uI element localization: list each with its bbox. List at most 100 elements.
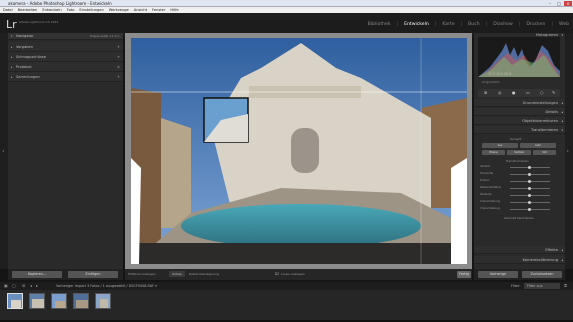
done-button[interactable]: Fertig [457, 271, 471, 278]
filmstrip-thumb-5[interactable] [95, 293, 111, 309]
left-panel: ▾ Navigator Einpas Ausfü 1:1 1:1 ▸ Vorga… [8, 33, 123, 269]
constrain-crop-checkbox[interactable]: Zuschnitt beschränken [504, 217, 534, 220]
section-grundeinstellungen[interactable]: Grundeinstellungen ◂ [474, 99, 565, 107]
module-entwickeln[interactable]: Entwickeln [404, 22, 429, 27]
triangle-right-icon: ▸ [11, 55, 13, 59]
close-icon[interactable]: × [564, 1, 572, 6]
menu-item-entwickeln[interactable]: Entwickeln [42, 8, 61, 12]
add-snapshot-icon[interactable]: + [117, 52, 120, 62]
module-web[interactable]: Web [559, 22, 569, 27]
paste-button[interactable]: Einfügen [68, 271, 118, 278]
filmstrip-thumb-4[interactable] [73, 293, 89, 309]
slider-xoffset-knob[interactable] [528, 200, 531, 204]
right-panel-edge[interactable]: ▸ [565, 33, 573, 269]
minimize-icon[interactable]: – [546, 1, 554, 6]
lock-icon[interactable]: ⚿ [564, 282, 567, 290]
upright-level-button[interactable]: Ebene [482, 150, 505, 155]
copy-button[interactable]: Kopieren... [12, 271, 62, 278]
filter-select[interactable]: Filter aus [524, 283, 560, 289]
section-transformieren[interactable]: Transformieren ▾ [474, 126, 565, 134]
module-diashow[interactable]: Diashow [493, 22, 513, 27]
slider-aspect-label: Seitenverhältnis [480, 186, 502, 189]
photo-preview-trevi-fountain[interactable] [131, 38, 467, 264]
filmstrip-thumb-1[interactable] [7, 293, 23, 309]
panel-schnappschuesse-label: Schnappschüsse [16, 55, 46, 59]
transform-sliders: Vertikal Horizontal Drehen Seitenverhält… [480, 165, 558, 215]
left-panel-edge[interactable]: ◂ [0, 33, 8, 269]
slider-vertical-label: Vertikal [480, 165, 490, 168]
slider-horizontal-label: Horizontal [480, 172, 494, 175]
slider-horizontal-knob[interactable] [528, 172, 531, 176]
triangle-down-icon: ▾ [561, 128, 563, 132]
triangle-down-icon: ▾ [11, 34, 13, 38]
maximize-icon[interactable]: □ [555, 1, 563, 6]
slider-aspect-knob[interactable] [528, 186, 531, 190]
clear-history-icon[interactable]: × [117, 62, 120, 72]
transform-subheader: Transformieren [506, 159, 529, 163]
section-effekte-label: Effekte [545, 248, 558, 252]
menu-item-foto[interactable]: Foto [67, 8, 75, 12]
navigator-zoom-options[interactable]: Einpas Ausfü 1:1 1:1 [90, 33, 119, 40]
panel-vorgaben-label: Vorgaben [16, 45, 34, 49]
module-buch[interactable]: Buch [468, 22, 480, 27]
menu-item-einstellungen[interactable]: Einstellungen [79, 8, 103, 12]
upright-off-button[interactable]: Aus [482, 143, 518, 148]
slider-rotate-knob[interactable] [528, 179, 531, 183]
original-photo-checkbox[interactable]: Originalfoto [482, 80, 500, 84]
menu-item-bearbeiten[interactable]: Bearbeiten [18, 8, 38, 12]
upright-auto-button[interactable]: Auto [520, 143, 556, 148]
crop-tool-icon[interactable]: ⊞ [484, 90, 487, 95]
radial-filter-icon[interactable]: ○ [540, 90, 544, 95]
upright-full-button[interactable]: Voll [533, 150, 556, 155]
navigator-header[interactable]: ▾ Navigator Einpas Ausfü 1:1 1:1 [8, 33, 123, 40]
screen-2-icon[interactable]: ▢ [12, 282, 16, 290]
adjustment-brush-icon[interactable]: ✎ [552, 90, 555, 95]
menu-item-werkzeuge[interactable]: Werkzeuge [109, 8, 129, 12]
module-karte[interactable]: Karte [442, 22, 454, 27]
left-panel-footer: Kopieren... Einfügen [8, 269, 123, 280]
slider-yoffset-knob[interactable] [528, 207, 531, 211]
filmstrip-thumb-2[interactable] [29, 293, 45, 309]
reset-button[interactable]: Zurücksetzen [522, 271, 562, 278]
red-eye-icon[interactable]: ● [512, 90, 516, 95]
panel-sammlungen[interactable]: ▸ Sammlungen + [8, 72, 123, 82]
filmstrip-source[interactable]: Vorheriger Import 3 Fotos / 1 ausgewählt… [56, 282, 157, 290]
filmstrip-thumb-3[interactable] [51, 293, 67, 309]
menu-item-fenster[interactable]: Fenster [152, 8, 165, 12]
add-preset-icon[interactable]: + [117, 42, 120, 52]
section-details[interactable]: Details ◂ [474, 108, 565, 116]
module-bibliothek[interactable]: Bibliothek [368, 22, 391, 27]
graduated-filter-icon[interactable]: ▭ [526, 90, 530, 95]
grid-overlay-label: Rasterüberlagerung [189, 272, 219, 276]
grid-view-icon[interactable]: ⊞ [22, 282, 25, 290]
back-arrow-icon[interactable]: ◂ [30, 282, 32, 290]
triangle-right-icon: ▸ [11, 45, 13, 49]
section-kamerakalibrierung[interactable]: Kamerakalibrierung ◂ [474, 256, 565, 264]
collapse-right-icon[interactable]: ▸ [567, 148, 569, 153]
module-drucken[interactable]: Drucken [526, 22, 545, 27]
forward-arrow-icon[interactable]: ▸ [36, 282, 38, 290]
previous-button[interactable]: Vorherige [478, 271, 518, 278]
add-collection-icon[interactable]: + [117, 72, 120, 82]
collapse-left-icon[interactable]: ◂ [2, 148, 4, 153]
slider-vertical-knob[interactable] [528, 165, 531, 169]
grid-value-select[interactable]: Immer [169, 271, 185, 277]
screen-1-icon[interactable]: ▣ [4, 282, 8, 290]
section-transformieren-label: Transformieren [531, 128, 558, 132]
section-effekte[interactable]: Effekte ◂ [474, 246, 565, 254]
loupe-label: Loupe anzeigen [281, 272, 305, 276]
slider-scale-knob[interactable] [528, 193, 531, 197]
slider-rotate-label: Drehen [480, 179, 490, 182]
checkbox-icon[interactable]: ☑ [275, 271, 279, 276]
section-objektivkorrekturen[interactable]: Objektivkorrekturen ◂ [474, 117, 565, 125]
spot-removal-icon[interactable]: ◎ [498, 90, 502, 95]
menu-item-datei[interactable]: Datei [3, 8, 13, 12]
panel-vorgaben[interactable]: ▸ Vorgaben + [8, 42, 123, 52]
menu-item-hilfe[interactable]: Hilfe [170, 8, 178, 12]
section-kamerakalibrierung-label: Kamerakalibrierung [522, 258, 558, 262]
upright-vertical-button[interactable]: Vertikal [507, 150, 531, 155]
triangle-right-icon: ▸ [11, 75, 13, 79]
panel-protokoll[interactable]: ▸ Protokoll × [8, 62, 123, 72]
panel-schnappschuesse[interactable]: ▸ Schnappschüsse + [8, 52, 123, 62]
menu-item-ansicht[interactable]: Ansicht [134, 8, 147, 12]
